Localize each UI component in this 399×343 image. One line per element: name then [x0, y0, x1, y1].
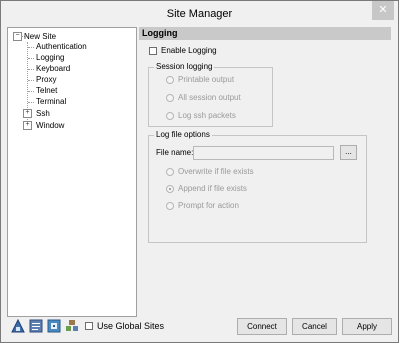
tree-connector — [28, 47, 34, 48]
tree-connector — [28, 69, 34, 70]
tree-connector — [28, 102, 34, 103]
overwrite-radio[interactable] — [166, 168, 174, 176]
all-session-output-radio[interactable] — [166, 94, 174, 102]
tree-item-logging[interactable]: Logging — [36, 52, 64, 63]
tree-item-terminal[interactable]: Terminal — [36, 96, 66, 107]
document-icon[interactable] — [29, 319, 43, 333]
radio-label: Overwrite if file exists — [178, 167, 254, 176]
radio-label: Log ssh packets — [178, 111, 236, 120]
triangle-tool-icon[interactable] — [11, 318, 25, 333]
append-radio[interactable] — [166, 185, 174, 193]
session-logging-group: Session logging Printable output All ses… — [148, 62, 273, 127]
use-global-sites-label: Use Global Sites — [97, 321, 165, 331]
group-label: Session logging — [154, 62, 215, 72]
enable-logging-label: Enable Logging — [161, 46, 217, 55]
apply-button[interactable]: Apply — [342, 318, 392, 335]
tree-item-ssh[interactable]: Ssh — [36, 108, 50, 119]
logging-panel: Logging Enable Logging Session logging P… — [137, 27, 393, 315]
browse-button[interactable]: ... — [340, 145, 357, 160]
tree-item-keyboard[interactable]: Keyboard — [36, 63, 70, 74]
section-header: Logging — [139, 27, 391, 40]
tree-connector — [28, 58, 34, 59]
tree-connector — [28, 91, 34, 92]
close-button[interactable]: ✕ — [372, 1, 394, 20]
file-name-input[interactable] — [193, 146, 334, 160]
tree-item-window[interactable]: Window — [36, 120, 64, 131]
expand-icon[interactable]: + — [23, 121, 32, 130]
use-global-sites-checkbox[interactable] — [85, 322, 93, 330]
site-manager-window: Site Manager ✕ − New Site Authentication… — [0, 0, 399, 343]
printable-output-radio[interactable] — [166, 76, 174, 84]
expand-icon[interactable]: + — [23, 109, 32, 118]
window-title: Site Manager — [166, 8, 233, 20]
title-bar: Site Manager ✕ — [1, 1, 398, 27]
radio-label: All session output — [178, 93, 241, 102]
tree-connector — [28, 80, 34, 81]
file-name-label: File name: — [156, 148, 194, 157]
cancel-button[interactable]: Cancel — [292, 318, 337, 335]
site-tree: − New Site Authentication Logging Keyboa… — [7, 27, 137, 317]
log-file-options-group: Log file options File name: ... Overwrit… — [148, 130, 367, 243]
connect-button[interactable]: Connect — [237, 318, 287, 335]
prompt-radio[interactable] — [166, 202, 174, 210]
group-label: Log file options — [154, 130, 212, 140]
tree-item-proxy[interactable]: Proxy — [36, 74, 56, 85]
radio-label: Prompt for action — [178, 201, 239, 210]
radio-label: Append if file exists — [178, 184, 247, 193]
radio-label: Printable output — [178, 75, 235, 84]
log-ssh-packets-radio[interactable] — [166, 112, 174, 120]
enable-logging-checkbox[interactable] — [149, 47, 157, 55]
network-icon[interactable] — [65, 319, 79, 333]
tree-item-telnet[interactable]: Telnet — [36, 85, 57, 96]
connect-icon[interactable] — [47, 319, 61, 333]
tree-item-authentication[interactable]: Authentication — [36, 41, 87, 52]
